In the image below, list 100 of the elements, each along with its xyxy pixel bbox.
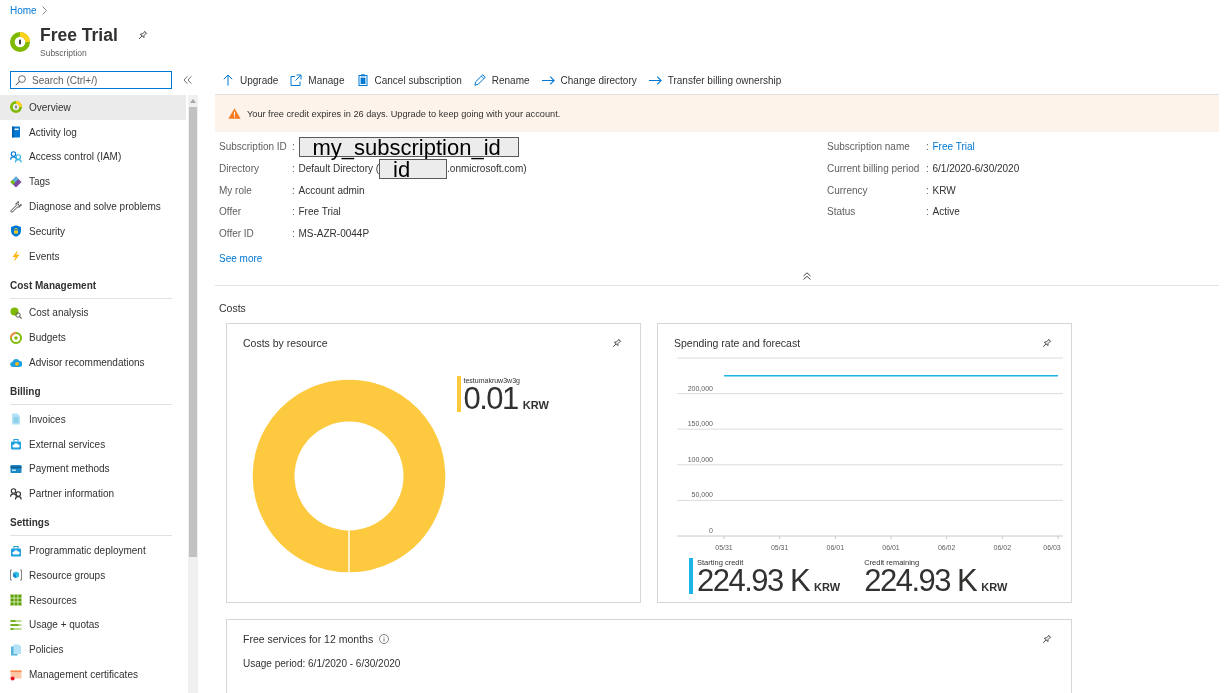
field-value: .onmicrosoft.com)	[447, 163, 527, 175]
clipboard-icon	[356, 74, 369, 86]
lines-icon	[10, 618, 22, 631]
scrollbar[interactable]	[188, 95, 198, 693]
nav-item[interactable]: Usage + quotas	[0, 612, 186, 638]
field-label: Status	[827, 206, 857, 218]
pin-icon[interactable]	[1041, 337, 1052, 349]
people-icon	[10, 151, 22, 163]
book-icon	[10, 126, 22, 139]
field-separator: :	[292, 206, 296, 218]
toolbar-button[interactable]: Change directory	[541, 74, 637, 86]
toolbar-button[interactable]: Manage	[290, 74, 345, 86]
field-value: Default Directory (	[298, 163, 380, 175]
toolbar-button[interactable]: Cancel subscription	[356, 74, 462, 86]
field-separator: :	[292, 184, 296, 196]
ring-icon	[10, 32, 30, 52]
nav-item[interactable]: Advisor recommendations	[0, 350, 186, 375]
pin-icon[interactable]	[1041, 633, 1052, 645]
nav-item[interactable]: Resource groups	[0, 562, 186, 588]
toolbar-button[interactable]: Upgrade	[222, 74, 279, 86]
box-arrow-icon	[290, 74, 303, 86]
marker-icon	[457, 376, 461, 413]
wrench-icon	[10, 200, 22, 213]
field-label: Subscription name	[827, 141, 911, 153]
unit-label: KRW	[814, 581, 841, 594]
pencil-icon	[473, 74, 486, 86]
nav-item[interactable]: Resources	[0, 587, 186, 613]
nav-item[interactable]: Partner information	[0, 481, 186, 507]
pin-icon[interactable]	[136, 30, 148, 41]
legend-value: 0.01	[463, 385, 518, 413]
field-value: Account admin	[298, 184, 365, 196]
bag-icon	[10, 438, 22, 451]
page-title: Free Trial	[40, 25, 118, 45]
toolbar-button[interactable]: Transfer billing ownership	[648, 74, 782, 86]
nav-item[interactable]: Budgets	[0, 325, 186, 351]
double-chevron-left-icon[interactable]	[183, 76, 192, 84]
field-separator: :	[926, 141, 930, 153]
nav-item[interactable]: Payment methods	[0, 456, 186, 482]
toolbar-button[interactable]: Rename	[473, 74, 530, 86]
documents-icon	[10, 643, 22, 656]
search-icon	[15, 74, 26, 86]
field-separator: :	[292, 163, 296, 175]
card-title: Free services for 12 months	[243, 632, 374, 647]
summary-value: 224.93 K	[697, 567, 810, 595]
arrow-right-icon	[541, 75, 555, 85]
ring-icon	[10, 331, 22, 344]
nav-item[interactable]: Diagnose and solve problems	[0, 194, 186, 219]
nav-item[interactable]: Management certificates	[0, 662, 186, 687]
field-separator: :	[926, 184, 930, 196]
people-icon	[10, 487, 22, 500]
field-label: Offer	[219, 206, 243, 218]
section-title: Costs	[218, 301, 247, 316]
nav-item[interactable]: Overview	[0, 95, 186, 120]
nav-item[interactable]: Events	[0, 243, 186, 269]
nav-item[interactable]: Invoices	[0, 406, 186, 432]
field-value: Free Trial	[298, 206, 341, 218]
nav-item[interactable]: Security	[0, 219, 186, 244]
nav-item[interactable]: Activity log	[0, 119, 186, 145]
warning-icon	[228, 108, 241, 119]
field-separator: :	[292, 228, 296, 240]
field-label: Current billing period	[827, 163, 921, 175]
field-value: Active	[932, 206, 960, 218]
card-icon	[10, 462, 22, 475]
arrow-right-icon	[648, 75, 662, 85]
field-separator: :	[926, 163, 930, 175]
nav-item[interactable]: Policies	[0, 637, 186, 663]
redaction-box: id	[379, 158, 448, 179]
ring-icon	[10, 101, 22, 114]
double-chevron-up-icon[interactable]	[803, 271, 811, 280]
bag-icon	[10, 544, 22, 557]
scrollbar-thumb[interactable]	[189, 107, 197, 557]
field-value: 6/1/2020-6/30/2020	[932, 163, 1020, 175]
nav-item[interactable]: Programmatic deployment	[0, 538, 186, 563]
nav-item[interactable]: Access control (IAM)	[0, 144, 186, 170]
nav-item[interactable]: Tags	[0, 169, 186, 195]
value-link[interactable]: Free Trial	[932, 141, 975, 153]
pin-icon[interactable]	[611, 337, 622, 349]
section-heading: Settings	[10, 506, 172, 537]
shield-icon	[10, 225, 22, 238]
certificate-icon	[10, 668, 22, 681]
page-subtitle: Subscription	[40, 47, 88, 59]
lightning-icon	[10, 250, 22, 263]
document-icon	[10, 413, 22, 426]
summary-value: 224.93 K	[864, 567, 977, 595]
field-value: MS-AZR-0044P	[298, 228, 370, 240]
field-value: KRW	[932, 184, 956, 196]
search-field[interactable]: Search (Ctrl+/)	[10, 71, 172, 89]
coin-magnifier-icon	[10, 306, 22, 319]
see-more-link[interactable]: See more	[219, 253, 263, 265]
field-label: Currency	[827, 184, 869, 196]
breadcrumb-link[interactable]: Home	[10, 4, 37, 17]
warning-text: Your free credit expires in 26 days. Upgrade to keep going with your account.	[247, 108, 561, 119]
field-label: My role	[219, 184, 253, 196]
grid-icon	[10, 594, 22, 607]
field-label: Directory	[219, 163, 260, 175]
nav-item[interactable]: Cost analysis	[0, 300, 186, 326]
chevron-right-icon	[41, 6, 47, 15]
field-separator: :	[292, 141, 296, 153]
nav-item[interactable]: External services	[0, 431, 186, 457]
arrow-up-icon	[222, 74, 234, 86]
